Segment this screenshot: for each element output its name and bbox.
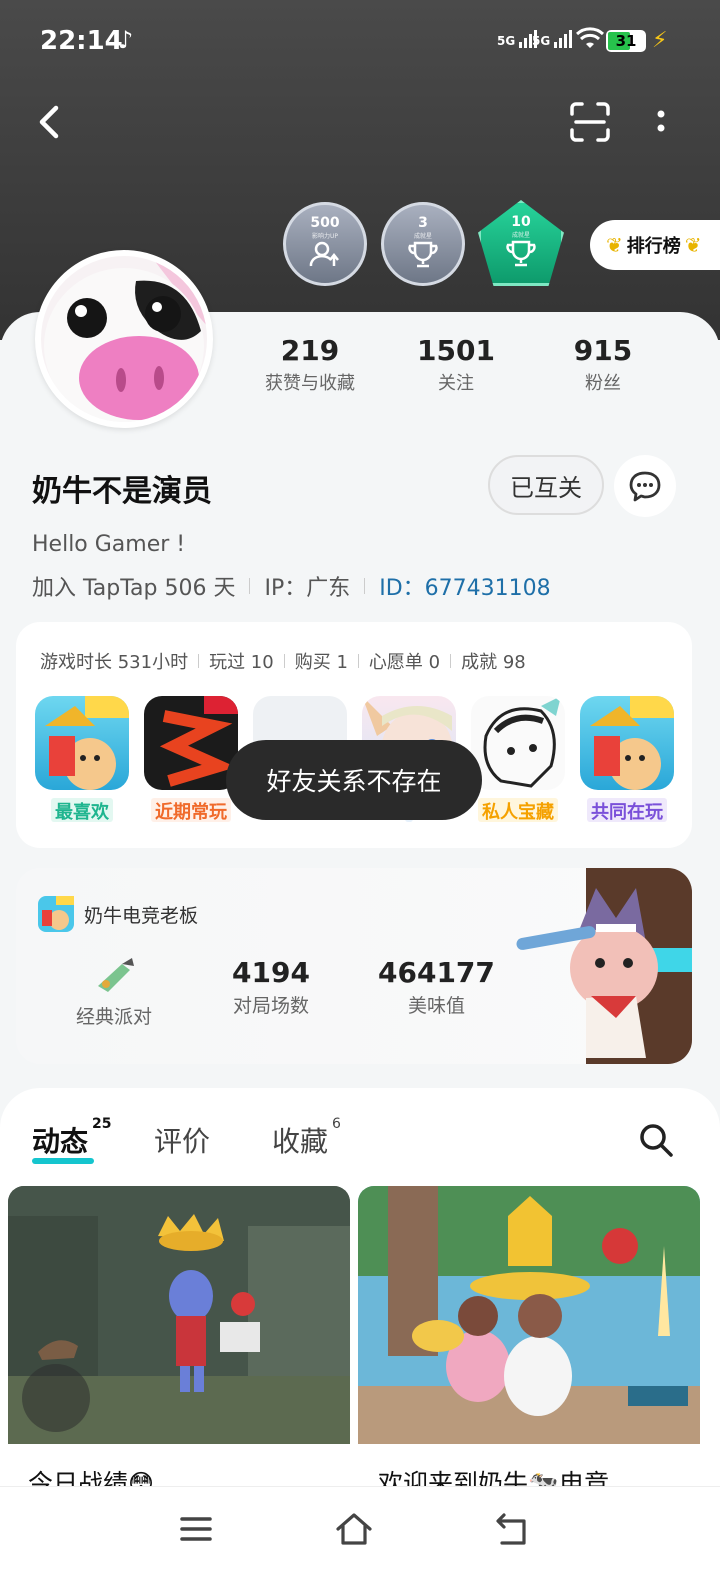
network-label: 5G <box>497 34 516 48</box>
more-options-icon[interactable] <box>644 100 678 144</box>
active-tab-indicator <box>32 1158 94 1164</box>
party-title-row: 奶牛电竞老板 <box>38 896 198 932</box>
badge-achievement-3[interactable]: 3 成就星 <box>381 202 465 286</box>
score-value: 464177 <box>378 956 495 989</box>
game-label: 私人宝藏 <box>478 798 558 823</box>
join-days: 加入 TapTap 506 天 <box>32 576 236 601</box>
game-item[interactable]: 最喜欢 <box>35 696 129 823</box>
party-matches: 4194 对局场数 <box>232 956 310 1018</box>
badge-sub: 影响力UP <box>311 232 338 240</box>
post-image <box>8 1186 350 1444</box>
toast-message: 好友关系不存在 <box>226 740 482 820</box>
mutual-follow-button[interactable]: 已互关 <box>488 455 604 515</box>
tiktok-icon: ♪ <box>118 26 134 54</box>
achievement-count: 成就 98 <box>461 652 526 673</box>
tab-label: 收藏 <box>272 1125 329 1158</box>
profile-meta: 加入 TapTap 506 天 IP：广东 ID：677431108 <box>32 570 551 602</box>
badge-sub: 成就星 <box>413 232 432 240</box>
party-stats-card[interactable]: 奶牛电竞老板 经典派对 4194 对局场数 464177 美味值 <box>16 868 692 1064</box>
charging-bolt-icon: ⚡ <box>652 28 668 53</box>
trophy-icon <box>408 241 438 267</box>
party-game-icon <box>38 896 74 932</box>
party-character-illustration <box>516 868 692 1064</box>
stat-label: 关注 <box>438 373 474 394</box>
game-thumbnail <box>471 696 565 790</box>
party-title: 奶牛电竞老板 <box>84 904 199 927</box>
stat-value: 1501 <box>417 334 495 367</box>
leaderboard-button[interactable]: ❦ 排行榜 ❦ <box>590 220 720 270</box>
menu-icon[interactable] <box>176 1509 216 1549</box>
system-nav-bar <box>0 1486 720 1595</box>
tab-reviews[interactable]: 评价 <box>154 1120 210 1160</box>
game-item[interactable]: 共同在玩 <box>580 696 674 823</box>
username: 奶牛不是演员 <box>32 474 212 509</box>
tab-count: 25 <box>92 1116 112 1132</box>
party-mode: 经典派对 <box>76 956 152 1029</box>
search-icon[interactable] <box>636 1120 676 1160</box>
wishlist-count: 心愿单 0 <box>368 652 441 673</box>
played-count: 玩过 10 <box>209 652 274 673</box>
game-item[interactable]: 私人宝藏 <box>471 696 565 823</box>
game-label: 共同在玩 <box>587 798 667 823</box>
matches-value: 4194 <box>232 956 310 989</box>
bought-count: 购买 1 <box>294 652 348 673</box>
game-label: 近期常玩 <box>151 798 231 823</box>
stat-label: 粉丝 <box>585 373 621 394</box>
trophy-icon <box>506 240 536 266</box>
message-button[interactable] <box>614 455 676 517</box>
avatar[interactable] <box>35 250 213 428</box>
stat-value: 219 <box>280 334 340 367</box>
post-card[interactable]: 欢迎来到奶牛🐄电竞 <box>358 1186 700 1516</box>
game-thumbnail <box>144 696 238 790</box>
chat-icon <box>629 471 661 502</box>
tab-moments[interactable]: 动态25 <box>32 1116 112 1160</box>
game-thumbnail <box>35 696 129 790</box>
bio: Hello Gamer ! <box>32 532 186 557</box>
back-nav-icon[interactable] <box>492 1509 532 1549</box>
game-item[interactable]: 近期常玩 <box>144 696 238 823</box>
wifi-icon <box>576 27 604 48</box>
status-time: 22:14 <box>40 26 123 56</box>
playtime: 游戏时长 531小时 <box>40 652 189 673</box>
score-label: 美味值 <box>407 995 465 1017</box>
badge-value: 3 <box>418 214 428 231</box>
party-score: 464177 美味值 <box>378 956 495 1018</box>
signal-icon-2: 5G <box>532 30 573 48</box>
game-label: 最喜欢 <box>51 798 113 823</box>
battery-icon: 31 <box>606 30 646 52</box>
badge-influence[interactable]: 500 影响力UP <box>283 202 367 286</box>
matches-label: 对局场数 <box>232 995 309 1017</box>
game-thumbnail <box>580 696 674 790</box>
tab-count: 6 <box>332 1116 341 1132</box>
network-label-2: 5G <box>532 34 551 48</box>
stat-likes[interactable]: 219 获赞与收藏 <box>240 334 380 395</box>
scan-icon[interactable] <box>568 100 612 144</box>
stat-followers[interactable]: 915 粉丝 <box>533 334 673 395</box>
battery-level: 31 <box>615 32 637 50</box>
post-image <box>358 1186 700 1444</box>
laurel-left-icon: ❦ <box>606 233 623 257</box>
stat-following[interactable]: 1501 关注 <box>386 334 526 395</box>
back-arrow-icon[interactable] <box>30 100 74 144</box>
stat-label: 获赞与收藏 <box>265 373 355 394</box>
ip-location: IP：广东 <box>264 576 351 601</box>
badge-value: 500 <box>310 214 340 231</box>
tab-label: 动态 <box>32 1125 89 1158</box>
laurel-right-icon: ❦ <box>684 233 702 257</box>
weapon-icon <box>98 958 134 992</box>
tab-favorites[interactable]: 收藏6 <box>272 1116 341 1160</box>
stat-value: 915 <box>573 334 633 367</box>
party-mode-label: 经典派对 <box>76 1006 153 1028</box>
user-id[interactable]: ID：677431108 <box>379 570 550 602</box>
user-up-icon <box>309 241 339 266</box>
badge-value: 10 <box>511 213 531 230</box>
status-bar: 22:14 ♪ 5G 5G 31 ⚡ <box>0 0 720 80</box>
badge-sub: 成就星 <box>511 231 530 239</box>
home-icon[interactable] <box>334 1509 374 1549</box>
leaderboard-label: 排行榜 <box>626 236 681 257</box>
game-stats-row: 游戏时长 531小时 玩过 10 购买 1 心愿单 0 成就 98 <box>40 648 526 674</box>
post-card[interactable]: 今日战绩😳 <box>8 1186 350 1516</box>
tab-label: 评价 <box>154 1125 211 1158</box>
